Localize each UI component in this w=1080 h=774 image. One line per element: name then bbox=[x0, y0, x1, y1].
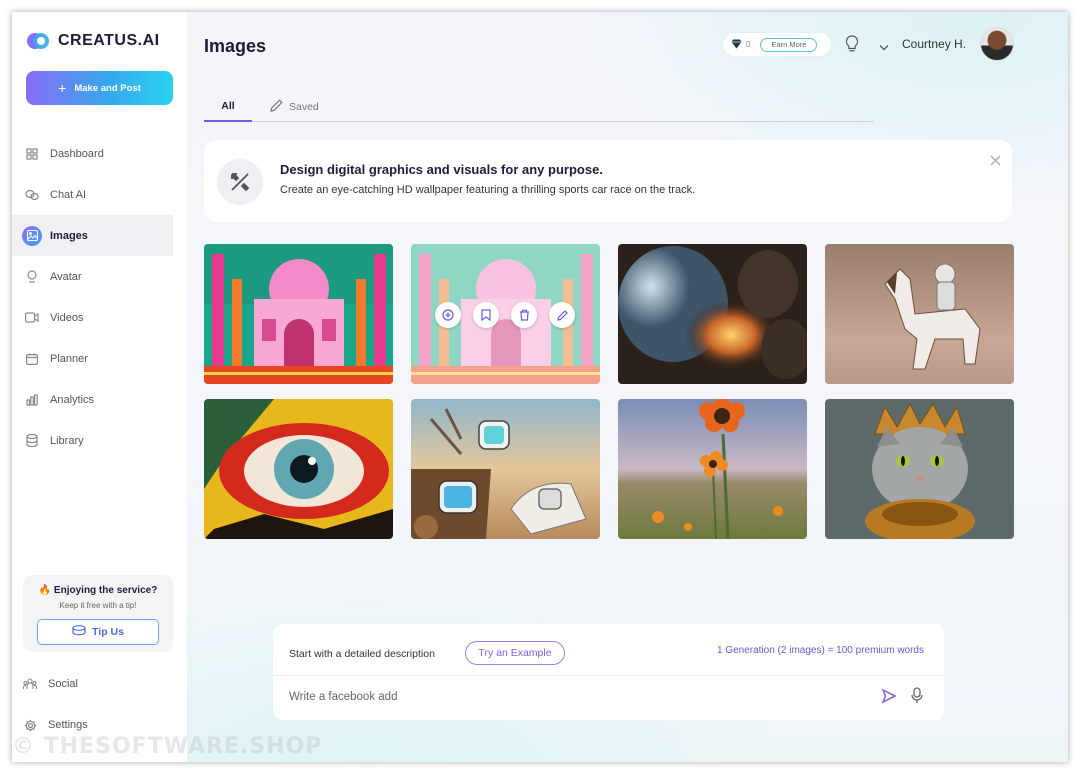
social-people-icon bbox=[22, 676, 38, 692]
tip-banner: Design digital graphics and visuals for … bbox=[204, 140, 1012, 222]
tab-label: Saved bbox=[289, 101, 319, 113]
user-name[interactable]: Courtney H. bbox=[902, 37, 966, 51]
diamond-icon bbox=[731, 36, 742, 54]
bar-chart-icon bbox=[24, 392, 40, 408]
make-and-post-label: Make and Post bbox=[74, 82, 141, 94]
prompt-composer: Start with a detailed description Try an… bbox=[273, 624, 944, 720]
creatus-logo-icon bbox=[26, 29, 52, 53]
sidebar-item-library[interactable]: Library bbox=[12, 420, 173, 461]
tab-all[interactable]: All bbox=[204, 92, 252, 122]
lightbulb-icon[interactable] bbox=[845, 35, 859, 58]
sidebar-item-analytics[interactable]: Analytics bbox=[12, 379, 173, 420]
sidebar-item-label: Avatar bbox=[50, 270, 82, 283]
watermark: © THESOFTWARE.SHOP bbox=[12, 734, 323, 759]
composer-hint: Start with a detailed description bbox=[289, 648, 435, 660]
earn-more-button[interactable]: Earn More bbox=[760, 37, 818, 52]
sidebar-item-label: Dashboard bbox=[50, 147, 104, 160]
gallery-image-fantasy-portal-orb[interactable] bbox=[618, 244, 807, 384]
sidebar-item-label: Planner bbox=[50, 352, 88, 365]
gallery-image-astronaut-riding-horse[interactable] bbox=[825, 244, 1014, 384]
gallery-image-colorful-eye-closeup[interactable] bbox=[204, 399, 393, 539]
image-icon bbox=[22, 225, 42, 246]
sidebar-item-label: Images bbox=[50, 229, 88, 242]
sidebar-item-images[interactable]: Images bbox=[12, 215, 173, 256]
make-and-post-button[interactable]: + Make and Post bbox=[26, 71, 173, 105]
gear-icon bbox=[22, 717, 38, 733]
sidebar-item-social[interactable]: Social bbox=[12, 669, 173, 699]
try-example-button[interactable]: Try an Example bbox=[465, 641, 565, 665]
gallery-image-cat-with-crown[interactable] bbox=[825, 399, 1014, 539]
prompt-input[interactable] bbox=[289, 687, 849, 707]
sidebar-item-label: Social bbox=[48, 678, 78, 690]
sidebar-item-label: Videos bbox=[50, 311, 84, 324]
tip-card-title: 🔥 Enjoying the service? bbox=[38, 585, 158, 596]
banner-title: Design digital graphics and visuals for … bbox=[280, 162, 603, 177]
trash-icon[interactable] bbox=[511, 302, 537, 328]
sidebar-item-planner[interactable]: Planner bbox=[12, 338, 173, 379]
database-icon bbox=[24, 433, 40, 449]
brand-logo[interactable]: CREATUS.AI bbox=[26, 29, 160, 53]
chat-bubbles-icon bbox=[24, 187, 40, 203]
pencil-icon bbox=[270, 99, 283, 115]
gallery-image-taj-mahal-neon[interactable] bbox=[204, 244, 393, 384]
page-title: Images bbox=[204, 36, 267, 56]
design-tools-icon bbox=[217, 159, 263, 205]
sidebar-item-label: Settings bbox=[48, 719, 88, 731]
sidebar-item-dashboard[interactable]: Dashboard bbox=[12, 133, 173, 174]
calendar-icon bbox=[24, 351, 40, 367]
banner-subtitle: Create an eye-catching HD wallpaper feat… bbox=[280, 184, 696, 196]
tip-us-label: Tip Us bbox=[92, 626, 124, 638]
generation-info: 1 Generation (2 images) = 100 premium wo… bbox=[716, 645, 924, 656]
plus-icon: + bbox=[58, 80, 67, 96]
gallery-image-taj-mahal-pastel[interactable] bbox=[411, 244, 600, 384]
image-hover-actions bbox=[435, 302, 575, 328]
sidebar-nav: Dashboard Chat AI Images Avatar Videos P… bbox=[12, 133, 173, 461]
credits-pill: 0 Earn More bbox=[723, 33, 831, 56]
image-tabs: All Saved bbox=[204, 92, 874, 122]
sidebar: CREATUS.AI + Make and Post Dashboard Cha… bbox=[12, 12, 187, 762]
close-icon[interactable] bbox=[990, 153, 1001, 169]
tip-card-subtitle: Keep it free with a tip! bbox=[59, 601, 137, 610]
gallery-image-surreal-melting-watches[interactable] bbox=[411, 399, 600, 539]
send-icon[interactable] bbox=[881, 688, 897, 709]
chevron-down-icon[interactable] bbox=[879, 38, 889, 56]
brand-name: CREATUS.AI bbox=[58, 32, 160, 49]
microphone-icon[interactable] bbox=[911, 687, 923, 709]
gallery-image-sunflowers-field[interactable] bbox=[618, 399, 807, 539]
tab-saved[interactable]: Saved bbox=[270, 92, 319, 122]
app-window: CREATUS.AI + Make and Post Dashboard Cha… bbox=[12, 12, 1068, 762]
composer-toolbar: Start with a detailed description Try an… bbox=[273, 624, 944, 676]
sidebar-item-label: Chat AI bbox=[50, 188, 87, 201]
credits-count: 0 bbox=[746, 40, 751, 49]
sidebar-item-label: Analytics bbox=[50, 393, 95, 406]
dashboard-grid-icon bbox=[24, 146, 40, 162]
sidebar-item-videos[interactable]: Videos bbox=[12, 297, 173, 338]
tip-us-button[interactable]: Tip Us bbox=[37, 619, 159, 645]
avatar[interactable] bbox=[980, 27, 1014, 61]
video-camera-icon bbox=[24, 310, 40, 326]
sidebar-item-avatar[interactable]: Avatar bbox=[12, 256, 173, 297]
edit-pencil-icon[interactable] bbox=[549, 302, 575, 328]
sidebar-item-label: Library bbox=[50, 434, 84, 447]
sidebar-item-chat-ai[interactable]: Chat AI bbox=[12, 174, 173, 215]
main-content: Images 0 Earn More Courtney H. All Saved… bbox=[187, 12, 1068, 762]
avatar-person-icon bbox=[24, 269, 40, 285]
coin-icon bbox=[72, 625, 86, 639]
bookmark-icon[interactable] bbox=[473, 302, 499, 328]
tip-card: 🔥 Enjoying the service? Keep it free wit… bbox=[23, 575, 173, 652]
tab-label: All bbox=[221, 100, 235, 112]
add-circle-icon[interactable] bbox=[435, 302, 461, 328]
